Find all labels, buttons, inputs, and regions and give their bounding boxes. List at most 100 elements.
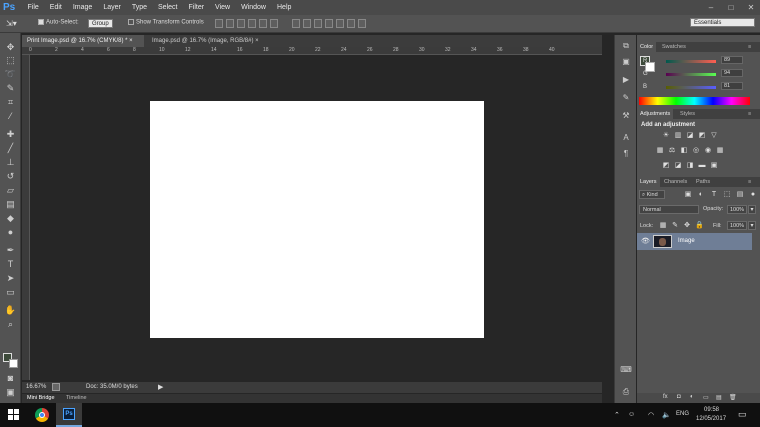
minimize-button[interactable]: – bbox=[706, 3, 716, 12]
vibrance-icon[interactable]: ▽ bbox=[710, 132, 718, 140]
red-value[interactable]: 89 bbox=[721, 56, 743, 64]
tab-paths[interactable]: Paths bbox=[693, 177, 713, 187]
clone-stamp-tool-icon[interactable]: ⊥ bbox=[4, 157, 17, 168]
chrome-icon[interactable] bbox=[35, 408, 49, 422]
tray-chevron-icon[interactable]: ⌃ bbox=[614, 411, 620, 419]
tab-print-image[interactable]: Print Image.psd @ 16.7% (CMYK/8) * × bbox=[22, 35, 144, 47]
filter-kind-dropdown[interactable]: ⌕ Kind bbox=[639, 190, 665, 199]
type-tool-icon[interactable]: T bbox=[4, 259, 17, 270]
filter-toggle-icon[interactable]: ● bbox=[749, 191, 757, 199]
tab-adjustments[interactable]: Adjustments bbox=[637, 109, 674, 119]
fill-value[interactable]: 100% bbox=[727, 221, 747, 230]
auto-select-dropdown[interactable]: Group bbox=[88, 19, 113, 28]
tab-mini-bridge[interactable]: Mini Bridge bbox=[27, 394, 55, 403]
history-icon[interactable]: ⧉ bbox=[620, 41, 632, 51]
zoom-level[interactable]: 16.67% bbox=[26, 384, 46, 390]
filter-type-icon[interactable]: T bbox=[710, 191, 718, 199]
curves-icon[interactable]: ◪ bbox=[686, 132, 694, 140]
network-icon[interactable]: ◠ bbox=[648, 411, 654, 419]
volume-icon[interactable]: 🔈 bbox=[662, 411, 671, 419]
threshold-icon[interactable]: ◨ bbox=[686, 162, 694, 170]
people-icon[interactable]: ☺ bbox=[628, 411, 635, 418]
new-adjustment-icon[interactable]: ◐ bbox=[690, 394, 694, 400]
menu-image[interactable]: Image bbox=[67, 0, 97, 15]
status-icon[interactable] bbox=[52, 383, 60, 391]
move-tool-icon[interactable]: ✥ bbox=[4, 42, 17, 53]
blue-value[interactable]: 81 bbox=[721, 82, 743, 90]
exposure-icon[interactable]: ◩ bbox=[698, 132, 706, 140]
hand-tool-icon[interactable]: ✋ bbox=[4, 305, 17, 316]
menu-select[interactable]: Select bbox=[153, 0, 183, 15]
shape-tool-icon[interactable]: ▭ bbox=[4, 287, 17, 298]
clock-date[interactable]: 12/05/2017 bbox=[696, 416, 726, 422]
lasso-tool-icon[interactable]: ➰ bbox=[4, 69, 17, 80]
opacity-dropdown-icon[interactable]: ▾ bbox=[748, 205, 756, 214]
black-white-icon[interactable]: ◧ bbox=[680, 147, 688, 155]
color-balance-icon[interactable]: ⚖ bbox=[668, 147, 676, 155]
properties-icon[interactable]: ▣ bbox=[620, 57, 632, 67]
close-button[interactable]: ✕ bbox=[746, 3, 756, 12]
document-canvas[interactable] bbox=[150, 101, 484, 338]
paragraph-icon[interactable]: ¶ bbox=[620, 149, 632, 159]
tab-layers[interactable]: Layers bbox=[637, 177, 660, 187]
lock-all-icon[interactable]: 🔒 bbox=[695, 222, 704, 230]
healing-brush-tool-icon[interactable]: ✚ bbox=[4, 129, 17, 140]
align-top-icon[interactable] bbox=[215, 19, 223, 28]
align-vcenter-icon[interactable] bbox=[226, 19, 234, 28]
path-select-tool-icon[interactable]: ➤ bbox=[4, 273, 17, 284]
green-slider[interactable] bbox=[666, 73, 716, 76]
menu-edit[interactable]: Edit bbox=[44, 0, 67, 15]
close-tab-icon[interactable]: × bbox=[129, 38, 133, 44]
action-center-icon[interactable]: ▭ bbox=[738, 409, 747, 420]
quick-select-tool-icon[interactable]: ✎ bbox=[4, 83, 17, 94]
layer-row-image[interactable]: 👁 Image bbox=[637, 233, 752, 250]
align-bottom-icon[interactable] bbox=[237, 19, 245, 28]
color-lookup-icon[interactable]: ▦ bbox=[716, 147, 724, 155]
character-icon[interactable]: A bbox=[620, 133, 632, 143]
windows-start-icon[interactable] bbox=[8, 409, 20, 421]
align-left-icon[interactable] bbox=[248, 19, 256, 28]
notes-icon[interactable]: ⌨ bbox=[620, 365, 632, 375]
clone-source-icon[interactable]: ⎙ bbox=[620, 387, 632, 397]
opacity-value[interactable]: 100% bbox=[727, 205, 747, 214]
new-group-icon[interactable]: ▭ bbox=[703, 394, 709, 401]
panel-menu-icon[interactable]: ≡ bbox=[745, 109, 754, 119]
gradient-map-icon[interactable]: ▬ bbox=[698, 162, 706, 170]
menu-help[interactable]: Help bbox=[272, 0, 297, 15]
brightness-icon[interactable]: ☀ bbox=[662, 132, 670, 140]
move-tool-icon[interactable]: ⇲▾ bbox=[6, 19, 17, 28]
filter-pixel-icon[interactable]: ▣ bbox=[684, 191, 692, 199]
align-hcenter-icon[interactable] bbox=[259, 19, 267, 28]
tab-channels[interactable]: Channels bbox=[661, 177, 690, 187]
auto-align-icon[interactable] bbox=[358, 19, 366, 28]
link-layers-icon[interactable]: fx bbox=[663, 394, 668, 400]
eyedropper-tool-icon[interactable]: ⁄ bbox=[4, 111, 17, 122]
panel-menu-icon[interactable]: ≡ bbox=[745, 42, 754, 52]
crop-tool-icon[interactable]: ⌗ bbox=[4, 97, 17, 108]
background-color-swatch[interactable] bbox=[9, 359, 18, 368]
tool-presets-icon[interactable]: ⚒ bbox=[620, 111, 632, 121]
distribute-right-icon[interactable] bbox=[347, 19, 355, 28]
screen-mode-icon[interactable]: ▣ bbox=[4, 387, 17, 398]
maximize-button[interactable]: □ bbox=[726, 3, 736, 12]
green-value[interactable]: 94 bbox=[721, 69, 743, 77]
lock-transparent-icon[interactable]: ▦ bbox=[659, 222, 667, 230]
visibility-eye-icon[interactable]: 👁 bbox=[641, 237, 650, 245]
blue-slider[interactable] bbox=[666, 86, 716, 89]
filter-smart-object-icon[interactable]: ▤ bbox=[736, 191, 744, 199]
delete-layer-icon[interactable]: 🗑 bbox=[729, 394, 737, 401]
posterize-icon[interactable]: ◪ bbox=[674, 162, 682, 170]
new-layer-icon[interactable]: ▤ bbox=[716, 394, 722, 401]
brush-presets-icon[interactable]: ✎ bbox=[620, 93, 632, 103]
add-mask-icon[interactable]: ◘ bbox=[677, 394, 681, 400]
language-indicator[interactable]: ENG bbox=[676, 411, 689, 417]
workspace-dropdown[interactable]: Essentials bbox=[690, 18, 755, 27]
tab-image[interactable]: Image.psd @ 16.7% (Image, RGB/8#) × bbox=[147, 35, 297, 47]
distribute-vcenter-icon[interactable] bbox=[303, 19, 311, 28]
photo-filter-icon[interactable]: ◎ bbox=[692, 147, 700, 155]
align-right-icon[interactable] bbox=[270, 19, 278, 28]
lock-image-icon[interactable]: ✎ bbox=[671, 222, 679, 230]
actions-icon[interactable]: ▶ bbox=[620, 75, 632, 85]
clock-time[interactable]: 09:58 bbox=[704, 407, 719, 413]
menu-window[interactable]: Window bbox=[236, 0, 272, 15]
